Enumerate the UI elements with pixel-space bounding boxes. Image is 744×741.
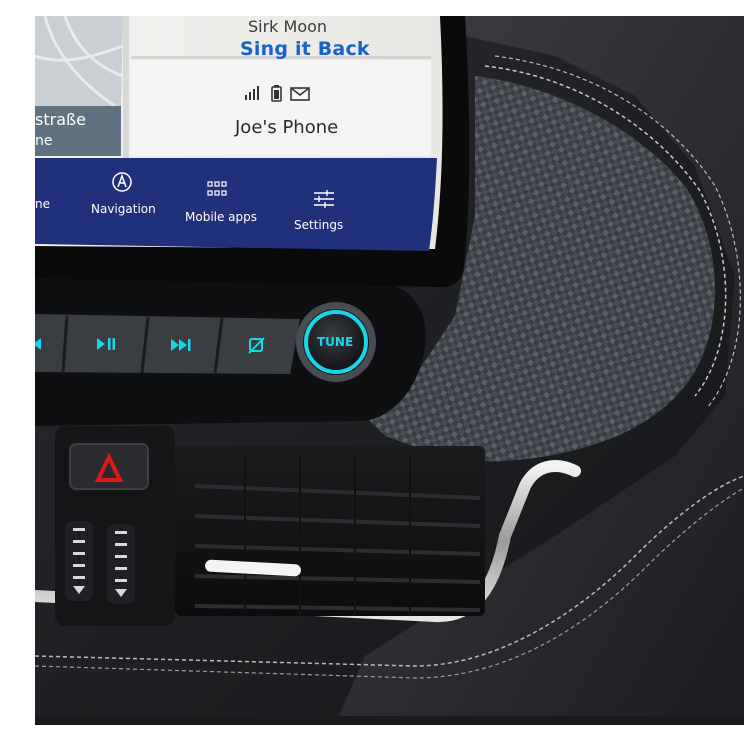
dashboard-photo: Sirk Moon Sing it Back Joe's Phone straß… — [35, 16, 744, 725]
nav-item-partial-label[interactable]: ne — [35, 197, 50, 211]
map-street-name: straße — [35, 110, 86, 129]
mute-icon[interactable] — [247, 336, 267, 356]
dashboard-scene — [35, 16, 744, 725]
sliders-icon[interactable] — [313, 190, 335, 208]
previous-track-text: Sirk Moon — [248, 17, 328, 36]
phone-status-icons — [245, 85, 310, 102]
play-pause-icon[interactable] — [95, 336, 117, 352]
compass-a-icon[interactable] — [111, 171, 133, 193]
signal-icon — [245, 86, 259, 100]
connected-phone-name: Joe's Phone — [235, 117, 339, 138]
grid-icon[interactable] — [207, 181, 227, 197]
battery-icon — [271, 85, 282, 102]
previous-button-icon[interactable] — [35, 336, 51, 352]
hazard-triangle-icon[interactable] — [70, 444, 148, 489]
now-playing-title[interactable]: Sing it Back — [240, 38, 370, 60]
nav-item-mobile-apps[interactable]: Mobile apps — [185, 210, 257, 224]
tune-knob[interactable]: TUNE — [317, 335, 353, 349]
nav-item-settings[interactable]: Settings — [294, 218, 343, 232]
nav-item-navigation[interactable]: Navigation — [91, 202, 156, 216]
envelope-icon — [290, 87, 310, 101]
skip-forward-icon[interactable] — [170, 337, 194, 353]
map-street-fragment: ne — [35, 133, 53, 149]
